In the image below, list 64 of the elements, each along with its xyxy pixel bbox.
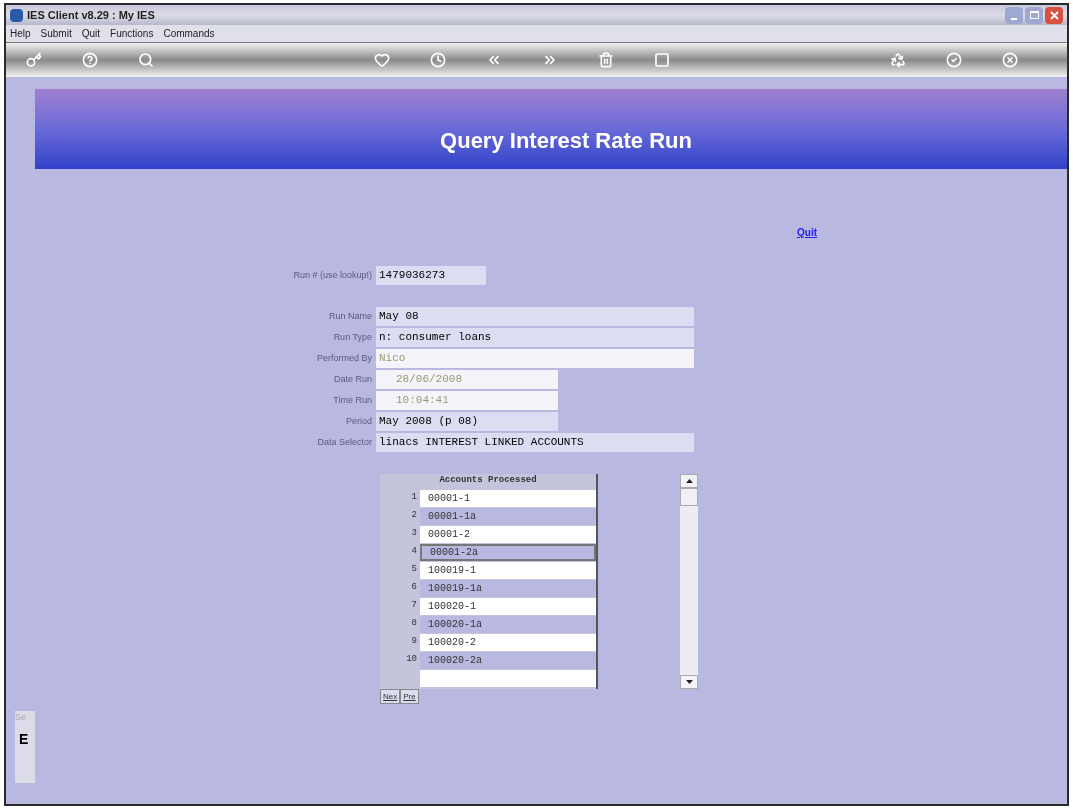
field-label: Time Run [332, 393, 373, 407]
field-label: Period [345, 414, 373, 428]
recycle-icon[interactable] [890, 52, 906, 68]
maximize-button[interactable] [1025, 6, 1043, 24]
account-row[interactable]: 00001-2 [420, 525, 596, 543]
search-icon[interactable] [138, 52, 154, 68]
square-icon[interactable] [654, 52, 670, 68]
account-row[interactable]: 100020-2a [420, 651, 596, 669]
row-number: 5 [410, 563, 418, 577]
clock-icon[interactable] [430, 52, 446, 68]
heart-icon[interactable] [374, 52, 390, 68]
row-number: 8 [410, 617, 418, 631]
panel-glyph: E [19, 729, 29, 749]
pager-button[interactable]: Pre [400, 689, 419, 704]
account-row[interactable]: 100020-2 [420, 633, 596, 651]
scrollbar[interactable] [680, 474, 698, 689]
account-row[interactable]: 100020-1 [420, 597, 596, 615]
minimize-button[interactable] [1005, 6, 1023, 24]
field-label: Date Run [332, 372, 373, 386]
row-number: 2 [410, 509, 418, 523]
app-icon [10, 8, 23, 22]
help-icon[interactable] [82, 52, 98, 68]
account-row[interactable]: 00001-1 [420, 489, 596, 507]
form-field[interactable]: 1479036273 [376, 266, 486, 285]
row-number: 3 [410, 527, 418, 541]
column-header: Accounts Processed [438, 474, 538, 487]
form-field[interactable]: n: consumer loans [376, 328, 694, 347]
scroll-thumb[interactable] [680, 488, 698, 506]
menu-item[interactable]: Quit [81, 26, 101, 41]
account-row[interactable]: 100019-1 [420, 561, 596, 579]
row-number: 9 [410, 635, 418, 649]
quit-link[interactable]: Quit [797, 225, 817, 240]
scroll-down-icon[interactable] [680, 675, 698, 689]
check-icon[interactable] [946, 52, 962, 68]
close-icon [1049, 10, 1059, 20]
page-title: Query Interest Rate Run [440, 127, 692, 155]
form-field[interactable]: May 08 [376, 307, 694, 326]
account-row[interactable]: 100019-1a [420, 579, 596, 597]
row-number: 7 [410, 599, 418, 613]
field-label: Run # (use lookup!) [292, 268, 373, 282]
trash-icon[interactable] [598, 52, 614, 68]
form-field[interactable]: May 2008 (p 08) [376, 412, 558, 431]
key-icon[interactable] [26, 52, 42, 68]
menu-item[interactable]: Submit [40, 26, 72, 41]
row-number: 1 [410, 491, 418, 505]
account-row[interactable]: 00001-1a [420, 507, 596, 525]
row-number: 4 [410, 545, 418, 559]
row-number: 6 [410, 581, 418, 595]
account-row[interactable]: 00001-2a [420, 543, 596, 561]
close-icon[interactable] [1002, 52, 1018, 68]
field-label: Performed By [315, 351, 373, 365]
pager-button[interactable]: Nex [380, 689, 401, 704]
menu-item[interactable]: Functions [110, 26, 154, 41]
close-button[interactable] [1045, 6, 1063, 24]
field-label: Run Type [332, 330, 373, 344]
field-label: Data Selector [316, 435, 373, 449]
form-field[interactable]: linacs INTEREST LINKED ACCOUNTS [376, 433, 694, 452]
menu-item[interactable]: Commands [163, 26, 215, 41]
row-number: 10 [405, 653, 418, 667]
account-row[interactable]: 100020-1a [420, 615, 596, 633]
scroll-up-icon[interactable] [680, 474, 698, 488]
menu-item[interactable]: Help [10, 26, 31, 41]
field-label: Run Name [327, 309, 373, 323]
window-title: IES Client v8.29 : My IES [27, 7, 155, 23]
